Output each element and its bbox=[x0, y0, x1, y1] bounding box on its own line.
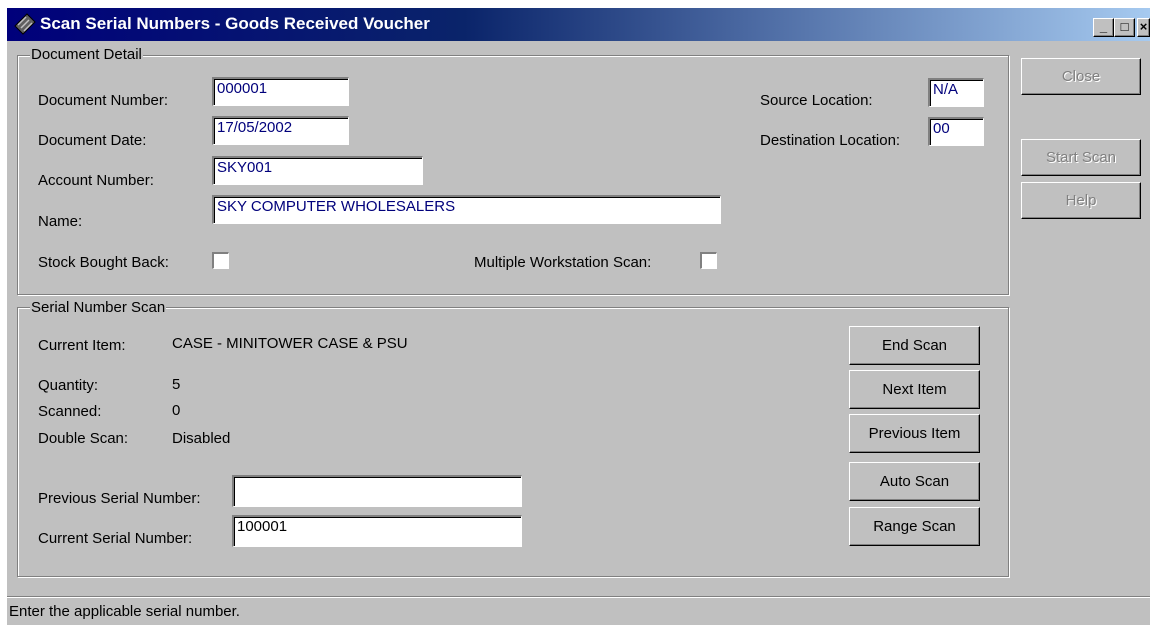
app-icon bbox=[14, 13, 36, 35]
minimize-icon: _ bbox=[1099, 19, 1108, 34]
auto-scan-button[interactable]: Auto Scan bbox=[849, 462, 980, 501]
document-number-label: Document Number: bbox=[38, 92, 169, 109]
stock-bought-back-label: Stock Bought Back: bbox=[38, 254, 169, 271]
double-scan-value: Disabled bbox=[172, 430, 231, 447]
close-icon: × bbox=[1139, 19, 1148, 34]
quantity-value: 5 bbox=[172, 376, 181, 393]
previous-serial-input[interactable] bbox=[232, 475, 522, 507]
name-field[interactable]: SKY COMPUTER WHOLESALERS bbox=[212, 195, 721, 224]
previous-serial-label: Previous Serial Number: bbox=[38, 490, 201, 507]
current-serial-label: Current Serial Number: bbox=[38, 530, 193, 547]
maximize-button[interactable]: □ bbox=[1114, 18, 1135, 37]
source-location-field[interactable]: N/A bbox=[928, 78, 984, 107]
status-bar: Enter the applicable serial number. bbox=[7, 596, 1150, 625]
document-number-field[interactable]: 000001 bbox=[212, 77, 349, 106]
destination-location-field[interactable]: 00 bbox=[928, 117, 984, 146]
current-item-value: CASE - MINITOWER CASE & PSU bbox=[172, 335, 408, 352]
source-location-label: Source Location: bbox=[760, 92, 873, 109]
current-item-label: Current Item: bbox=[38, 337, 126, 354]
close-window-button[interactable]: × bbox=[1137, 18, 1150, 37]
maximize-icon: □ bbox=[1120, 19, 1129, 34]
account-number-label: Account Number: bbox=[38, 172, 154, 189]
scanned-value: 0 bbox=[172, 402, 181, 419]
scan-serial-window: Scan Serial Numbers - Goods Received Vou… bbox=[7, 8, 1150, 625]
previous-item-button[interactable]: Previous Item bbox=[849, 414, 980, 453]
stock-bought-back-checkbox[interactable] bbox=[212, 252, 229, 269]
document-detail-legend: Document Detail bbox=[30, 46, 143, 63]
end-scan-button[interactable]: End Scan bbox=[849, 326, 980, 365]
document-date-field[interactable]: 17/05/2002 bbox=[212, 116, 349, 145]
minimize-button[interactable]: _ bbox=[1093, 18, 1114, 37]
window-title: Scan Serial Numbers - Goods Received Vou… bbox=[40, 14, 430, 33]
start-scan-button[interactable]: Start Scan bbox=[1021, 139, 1141, 176]
multiple-workstation-label: Multiple Workstation Scan: bbox=[474, 254, 652, 271]
document-date-label: Document Date: bbox=[38, 132, 147, 149]
status-text: Enter the applicable serial number. bbox=[9, 603, 240, 620]
close-button[interactable]: Close bbox=[1021, 58, 1141, 95]
next-item-button[interactable]: Next Item bbox=[849, 370, 980, 409]
quantity-label: Quantity: bbox=[38, 377, 99, 394]
name-label: Name: bbox=[38, 213, 83, 230]
current-serial-input[interactable]: 100001 bbox=[232, 515, 522, 547]
title-bar: Scan Serial Numbers - Goods Received Vou… bbox=[7, 8, 1150, 41]
destination-location-label: Destination Location: bbox=[760, 132, 901, 149]
account-number-field[interactable]: SKY001 bbox=[212, 156, 423, 185]
serial-scan-legend: Serial Number Scan bbox=[30, 299, 167, 316]
double-scan-label: Double Scan: bbox=[38, 430, 129, 447]
range-scan-button[interactable]: Range Scan bbox=[849, 507, 980, 546]
multiple-workstation-checkbox[interactable] bbox=[700, 252, 717, 269]
help-button[interactable]: Help bbox=[1021, 182, 1141, 219]
scanned-label: Scanned: bbox=[38, 403, 102, 420]
